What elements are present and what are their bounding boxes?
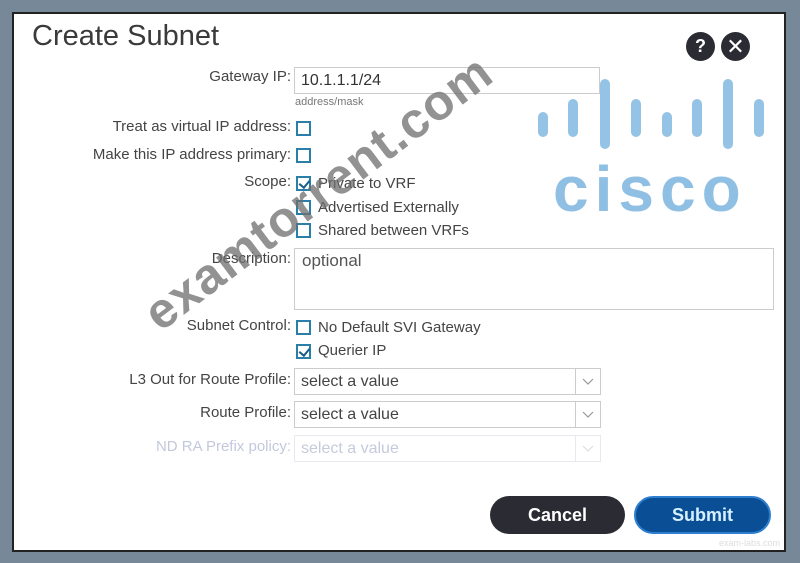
close-icon[interactable]: ✕ <box>721 32 750 61</box>
scope-advertised-externally-label: Advertised Externally <box>318 199 459 216</box>
create-subnet-dialog: Create Subnet ? ✕ Gateway IP: 10.1.1.1/2… <box>12 12 786 552</box>
gateway-ip-label: Gateway IP: <box>209 68 291 85</box>
subnet-control-label: Subnet Control: <box>186 317 291 334</box>
description-textarea[interactable]: optional <box>294 248 774 310</box>
no-default-svi-gateway-checkbox[interactable] <box>296 320 311 335</box>
querier-ip-label: Querier IP <box>318 342 387 359</box>
virtual-ip-checkbox[interactable] <box>296 121 311 136</box>
dialog-title: Create Subnet <box>32 20 220 52</box>
chevron-down-icon[interactable] <box>575 369 600 394</box>
gateway-ip-hint: address/mask <box>295 96 364 108</box>
l3out-route-profile-select[interactable]: select a value <box>294 368 601 395</box>
primary-ip-label: Make this IP address primary: <box>92 146 291 163</box>
route-profile-select[interactable]: select a value <box>294 401 601 428</box>
scope-shared-vrfs-checkbox[interactable] <box>296 223 311 238</box>
chevron-down-icon <box>575 436 600 461</box>
l3out-route-profile-label: L3 Out for Route Profile: <box>129 371 291 388</box>
scope-advertised-externally-checkbox[interactable] <box>296 200 311 215</box>
no-default-svi-gateway-label: No Default SVI Gateway <box>318 319 481 336</box>
gateway-ip-input[interactable]: 10.1.1.1/24 <box>294 67 600 94</box>
querier-ip-checkbox[interactable] <box>296 344 311 359</box>
nd-ra-prefix-policy-select: select a value <box>294 435 601 462</box>
scope-label: Scope: <box>244 173 291 190</box>
description-label: Description: <box>211 250 291 267</box>
nd-ra-prefix-policy-label: ND RA Prefix policy: <box>155 438 291 455</box>
help-icon[interactable]: ? <box>686 32 715 61</box>
l3out-route-profile-value: select a value <box>301 373 399 390</box>
primary-ip-checkbox[interactable] <box>296 148 311 163</box>
nd-ra-prefix-policy-value: select a value <box>301 440 399 457</box>
route-profile-value: select a value <box>301 406 399 423</box>
scope-private-vrf-checkbox[interactable] <box>296 176 311 191</box>
cancel-button[interactable]: Cancel <box>490 496 625 534</box>
scope-shared-vrfs-label: Shared between VRFs <box>318 222 469 239</box>
credit-watermark: exam-labs.com <box>718 538 780 548</box>
virtual-ip-label: Treat as virtual IP address: <box>112 118 291 135</box>
route-profile-label: Route Profile: <box>200 404 291 421</box>
submit-button[interactable]: Submit <box>634 496 771 534</box>
scope-private-vrf-label: Private to VRF <box>318 175 416 192</box>
chevron-down-icon[interactable] <box>575 402 600 427</box>
